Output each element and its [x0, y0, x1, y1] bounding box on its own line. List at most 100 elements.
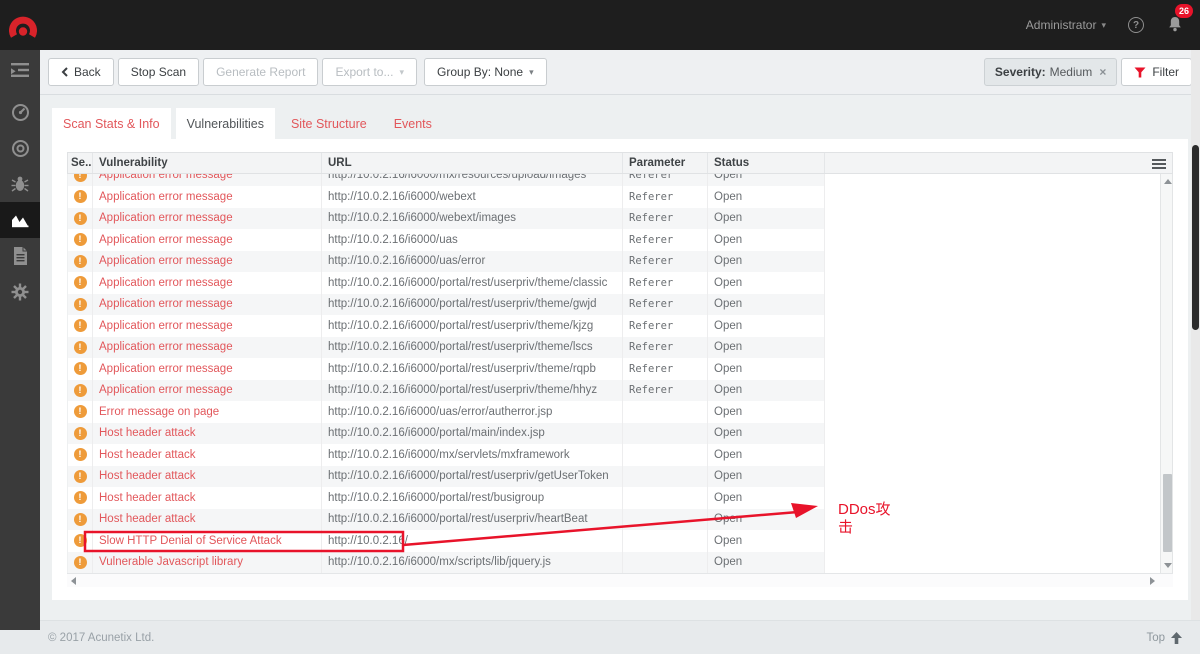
table-row[interactable]: !Application error messagehttp://10.0.2.… — [68, 294, 825, 316]
severity-medium-icon: ! — [74, 212, 87, 225]
table-row[interactable]: !Application error messagehttp://10.0.2.… — [68, 272, 825, 294]
vulnerability-link[interactable]: Application error message — [99, 212, 233, 224]
table-row[interactable]: !Application error messagehttp://10.0.2.… — [68, 229, 825, 251]
table-row[interactable]: !Host header attackhttp://10.0.2.16/i600… — [68, 509, 825, 531]
sidebar-item-reports[interactable] — [0, 238, 40, 274]
filter-funnel-icon — [1134, 67, 1146, 78]
severity-medium-icon: ! — [74, 405, 87, 418]
vulnerability-link[interactable]: Application error message — [99, 277, 233, 289]
column-header-status[interactable]: Status — [708, 153, 825, 173]
status-cell: Open — [708, 174, 825, 186]
severity-medium-icon: ! — [74, 190, 87, 203]
scroll-down-arrow[interactable] — [1164, 563, 1172, 568]
generate-report-button[interactable]: Generate Report — [203, 58, 318, 86]
sidebar-toggle-button[interactable] — [0, 50, 40, 90]
bug-icon — [11, 175, 29, 193]
vulnerability-link[interactable]: Host header attack — [99, 427, 196, 439]
table-row[interactable]: !Slow HTTP Denial of Service Attackhttp:… — [68, 530, 825, 552]
table-row[interactable]: !Application error messagehttp://10.0.2.… — [68, 337, 825, 359]
table-row[interactable]: !Host header attackhttp://10.0.2.16/i600… — [68, 444, 825, 466]
vulnerability-link[interactable]: Slow HTTP Denial of Service Attack — [99, 535, 282, 547]
scroll-left-arrow[interactable] — [71, 577, 76, 585]
vulnerability-link[interactable]: Application error message — [99, 174, 233, 181]
table-vertical-scrollbar[interactable] — [1160, 174, 1173, 573]
table-row[interactable]: !Application error messagehttp://10.0.2.… — [68, 315, 825, 337]
severity-medium-icon: ! — [74, 255, 87, 268]
tab-vulnerabilities[interactable]: Vulnerabilities — [176, 108, 275, 139]
table-horizontal-scrollbar[interactable] — [67, 573, 1173, 587]
table-row[interactable]: ! Application error message http://10.0.2.… — [68, 208, 825, 230]
url-cell: http://10.0.2.16/i6000/webext — [322, 186, 623, 208]
vulnerability-link[interactable]: Application error message — [99, 298, 233, 310]
back-button[interactable]: Back — [48, 58, 114, 86]
group-by-button[interactable]: Group By: None ▾ — [424, 58, 547, 86]
severity-medium-icon: ! — [74, 534, 87, 547]
sidebar-item-scans[interactable] — [0, 202, 40, 238]
table-row[interactable]: !Application error messagehttp://10.0.2.… — [68, 174, 825, 186]
parameter-cell — [623, 466, 708, 488]
table-row[interactable]: !Application error messagehttp://10.0.2.… — [68, 251, 825, 273]
vulnerability-link[interactable]: Host header attack — [99, 449, 196, 461]
acunetix-logo-icon[interactable] — [9, 11, 37, 39]
severity-cell: ! — [68, 337, 93, 359]
export-to-button[interactable]: Export to... ▾ — [322, 58, 417, 86]
help-icon[interactable]: ? — [1128, 17, 1144, 33]
table-row[interactable]: !Host header attackhttp://10.0.2.16/i600… — [68, 466, 825, 488]
table-row[interactable]: !Host header attackhttp://10.0.2.16/i600… — [68, 487, 825, 509]
user-menu-button[interactable]: Administrator ▾ — [1026, 18, 1106, 32]
scroll-right-arrow[interactable] — [1150, 577, 1155, 585]
vulnerability-cell: Application error message — [93, 380, 322, 402]
sidebar-item-vulnerabilities[interactable] — [0, 166, 40, 202]
tab-site-structure[interactable]: Site Structure — [280, 108, 378, 139]
vulnerability-link[interactable]: Application error message — [99, 341, 233, 353]
notifications-button[interactable]: 26 — [1166, 14, 1186, 36]
vertical-scroll-thumb[interactable] — [1163, 474, 1172, 552]
sidebar-item-settings[interactable] — [0, 274, 40, 310]
table-row[interactable]: !Vulnerable Javascript libraryhttp://10.… — [68, 552, 825, 574]
vulnerability-link[interactable]: Vulnerable Javascript library — [99, 556, 243, 568]
severity-cell: ! — [68, 552, 93, 574]
url-cell: http://10.0.2.16/i6000/webext/images — [322, 208, 623, 230]
vulnerability-link[interactable]: Application error message — [99, 191, 233, 203]
vulnerability-link[interactable]: Application error message — [99, 320, 233, 332]
table-row[interactable]: !Error message on pagehttp://10.0.2.16/i… — [68, 401, 825, 423]
vulnerability-link[interactable]: Error message on page — [99, 406, 219, 418]
parameter-cell: Referer — [623, 208, 708, 230]
column-header-url[interactable]: URL — [322, 153, 623, 173]
vulnerability-link[interactable]: Application error message — [99, 363, 233, 375]
scroll-up-arrow[interactable] — [1164, 179, 1172, 184]
vulnerability-link[interactable]: Host header attack — [99, 470, 196, 482]
table-row[interactable]: !Host header attackhttp://10.0.2.16/i600… — [68, 423, 825, 445]
vulnerability-link[interactable]: Application error message — [99, 384, 233, 396]
table-row[interactable]: !Application error messagehttp://10.0.2.… — [68, 380, 825, 402]
column-header-se[interactable]: Se... — [68, 153, 93, 173]
vulnerability-link[interactable]: Application error message — [99, 255, 233, 267]
page-scroll-thumb[interactable] — [1192, 145, 1199, 330]
table-row[interactable]: !Application error messagehttp://10.0.2.… — [68, 358, 825, 380]
page-scrollbar[interactable] — [1191, 50, 1200, 620]
vulnerability-cell: Host header attack — [93, 444, 322, 466]
stop-scan-button[interactable]: Stop Scan — [118, 58, 199, 86]
severity-cell: ! — [68, 208, 93, 230]
severity-cell: ! — [68, 174, 93, 186]
filter-button[interactable]: Filter — [1121, 58, 1192, 86]
back-to-top-link[interactable]: Top — [1146, 632, 1182, 644]
vulnerability-link[interactable]: Application error message — [99, 234, 233, 246]
vulnerability-link[interactable]: Host header attack — [99, 513, 196, 525]
settings-gear-icon — [11, 283, 29, 301]
url-cell: http://10.0.2.16/i6000/portal/rest/userp… — [322, 380, 623, 402]
severity-medium-icon: ! — [74, 276, 87, 289]
status-cell: Open — [708, 315, 825, 337]
table-row[interactable]: ! Application error message http://10.0.2.… — [68, 186, 825, 208]
sidebar-item-targets[interactable] — [0, 130, 40, 166]
remove-filter-icon[interactable]: × — [1099, 65, 1106, 79]
column-header-parameter[interactable]: Parameter — [623, 153, 708, 173]
column-header-vulnerability[interactable]: Vulnerability — [93, 153, 322, 173]
severity-filter-chip[interactable]: Severity: Medium × — [984, 58, 1117, 86]
columns-menu-icon[interactable] — [1152, 157, 1166, 171]
tab-events[interactable]: Events — [383, 108, 443, 139]
vulnerability-link[interactable]: Host header attack — [99, 492, 196, 504]
tab-scan-stats-info[interactable]: Scan Stats & Info — [52, 108, 171, 139]
sidebar-item-dashboard[interactable] — [0, 94, 40, 130]
tab-bar: Scan Stats & InfoVulnerabilitiesSite Str… — [40, 95, 1200, 139]
